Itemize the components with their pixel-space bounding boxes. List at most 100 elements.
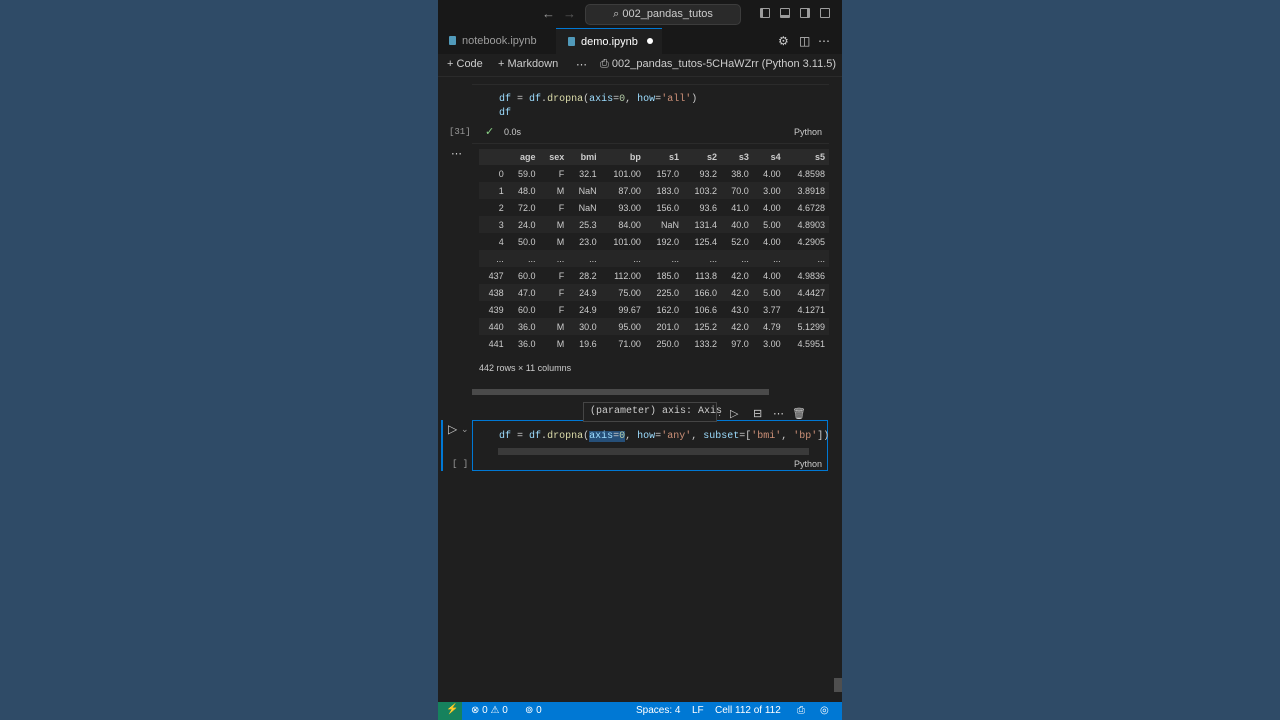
- table-row: 1 48.0 M NaN 87.00 183.0 103.2 70.0 3.00 3.8918: [479, 182, 829, 199]
- table-cell: 185.0: [656, 270, 679, 281]
- search-icon: ⌕: [613, 8, 620, 20]
- code-cell-2[interactable]: [472, 420, 828, 471]
- table-cell: F: [558, 168, 565, 179]
- toggle-secondary-sidebar-icon[interactable]: [800, 8, 810, 18]
- toggle-sidebar-icon[interactable]: [760, 8, 770, 18]
- table-cell: 72.0: [517, 202, 536, 213]
- table-row: 0 59.0 F 32.1 101.00 157.0 93.2 38.0 4.00 4.8598: [479, 165, 829, 182]
- inline-suggestion-bar: [498, 448, 809, 455]
- table-cell: ...: [528, 253, 536, 264]
- table-cell: 41.0: [731, 202, 749, 213]
- run-cell-icon[interactable]: ▷: [448, 422, 457, 436]
- table-row: 441 36.0 M 19.6 71.00 250.0 133.2 97.0 3.00 4.595…: [479, 335, 829, 352]
- table-cell: 42.0: [731, 321, 749, 332]
- row-index-cell: 441: [488, 338, 504, 349]
- table-cell: 250.0: [656, 338, 679, 349]
- table-cell: 47.0: [517, 287, 536, 298]
- more-actions-icon[interactable]: ⋯: [818, 34, 830, 48]
- tab-notebook[interactable]: notebook.ipynb: [438, 28, 556, 54]
- cell1-language[interactable]: Python: [794, 127, 822, 137]
- row-index-cell: 2: [498, 202, 504, 213]
- table-cell: F: [558, 202, 565, 213]
- chevron-down-icon[interactable]: ⌄: [461, 424, 469, 435]
- gear-icon[interactable]: ⚙: [778, 34, 789, 48]
- delete-cell-icon[interactable]: 🗑: [792, 407, 806, 420]
- cell2-code-line-1[interactable]: df = df.dropna(axis=0, how='any', subset…: [499, 431, 829, 442]
- table-cell: 112.00: [614, 270, 641, 281]
- forward-arrow-icon[interactable]: →: [563, 6, 576, 21]
- error-icon: ⊗: [471, 705, 480, 716]
- column-header: bmi: [580, 152, 597, 162]
- table-cell: 3.00: [763, 185, 781, 196]
- eol-indicator[interactable]: LF: [692, 705, 704, 716]
- row-index-cell: 437: [488, 270, 504, 281]
- remote-indicator[interactable]: ⚡: [438, 702, 462, 720]
- table-cell: M: [556, 219, 565, 230]
- command-center-search[interactable]: ⌕ 002_pandas_tutos: [585, 4, 741, 25]
- run-below-icon[interactable]: ▷: [730, 407, 738, 420]
- table-cell: 3.00: [763, 338, 781, 349]
- column-header: age: [520, 152, 536, 162]
- back-arrow-icon[interactable]: ←: [542, 6, 555, 21]
- output-horizontal-scrollbar[interactable]: [472, 389, 769, 395]
- kernel-picker[interactable]: ⎙ 002_pandas_tutos-5CHaWZrr (Python 3.11…: [600, 58, 836, 71]
- table-cell: F: [558, 270, 565, 281]
- tab-demo[interactable]: demo.ipynb: [556, 28, 662, 54]
- row-index-cell: 1: [498, 185, 504, 196]
- cell-position-indicator[interactable]: Cell 112 of 112: [715, 705, 781, 716]
- split-editor-icon[interactable]: ◫: [799, 34, 810, 48]
- output-more-icon[interactable]: ⋯: [451, 147, 462, 160]
- table-cell: NaN: [660, 219, 679, 230]
- notifications-icon[interactable]: ⎙: [797, 705, 805, 716]
- cell1-code-line-2[interactable]: df: [499, 108, 511, 119]
- table-cell: 75.00: [618, 287, 641, 298]
- parameter-hover-tooltip: (parameter) axis: Axis: [583, 402, 722, 422]
- table-cell: 24.0: [517, 219, 536, 230]
- table-cell: 59.0: [517, 168, 536, 179]
- table-cell: 156.0: [656, 202, 679, 213]
- toolbar-more-button[interactable]: ⋯: [576, 58, 587, 71]
- table-cell: 4.9836: [797, 270, 825, 281]
- ports-indicator[interactable]: ⊚ 0: [525, 705, 542, 716]
- table-cell: 24.9: [579, 287, 597, 298]
- code-cell-1[interactable]: [472, 84, 829, 144]
- indentation-indicator[interactable]: Spaces: 4: [636, 705, 680, 716]
- background-left: [0, 0, 438, 720]
- table-cell: 48.0: [517, 185, 536, 196]
- unsaved-dot-icon[interactable]: [646, 38, 653, 44]
- customize-layout-icon[interactable]: [820, 8, 830, 18]
- add-markdown-cell-button[interactable]: + Markdown: [498, 58, 558, 70]
- notebook-toolbar: + Code + Markdown ⋯ ⎙ 002_pandas_tutos-5…: [438, 54, 842, 77]
- problems-indicator[interactable]: ⊗ 0 ⚠ 0: [471, 705, 508, 716]
- table-cell: 95.00: [618, 321, 641, 332]
- table-cell: 125.4: [694, 236, 718, 247]
- table-cell: 42.0: [731, 287, 749, 298]
- table-cell: 162.0: [656, 304, 679, 315]
- cell1-code-line-1[interactable]: df = df.dropna(axis=0, how='all'): [499, 94, 697, 105]
- table-cell: 97.0: [731, 338, 749, 349]
- table-header-row: age sex bmi bp s1 s2 s3 s4 s5: [479, 149, 829, 165]
- column-header: s3: [738, 152, 749, 162]
- editor-scrollbar-thumb[interactable]: [834, 678, 842, 692]
- table-cell: 4.00: [763, 168, 781, 179]
- add-code-cell-button[interactable]: + Code: [447, 58, 483, 70]
- table-row: 440 36.0 M 30.0 95.00 201.0 125.2 42.0 4.79 5.129…: [479, 318, 829, 335]
- cell2-language[interactable]: Python: [794, 459, 822, 469]
- table-cell: 5.00: [763, 287, 781, 298]
- table-cell: 4.00: [763, 202, 781, 213]
- table-cell: M: [556, 236, 565, 247]
- table-cell: 5.1299: [797, 321, 825, 332]
- table-cell: 60.0: [517, 270, 536, 281]
- table-cell: ...: [633, 253, 641, 264]
- cell-more-icon[interactable]: ⋯: [773, 407, 784, 420]
- toggle-panel-icon[interactable]: [780, 8, 790, 18]
- split-cell-icon[interactable]: ⊟: [753, 407, 762, 420]
- table-cell: 23.0: [579, 236, 597, 247]
- table-cell: 30.0: [579, 321, 597, 332]
- row-index-cell: ...: [496, 253, 504, 264]
- tab-label: notebook.ipynb: [462, 35, 537, 47]
- table-cell: 225.0: [656, 287, 679, 298]
- copilot-icon[interactable]: ◎: [820, 705, 829, 716]
- table-cell: 4.79: [763, 321, 781, 332]
- column-header: s1: [668, 152, 679, 162]
